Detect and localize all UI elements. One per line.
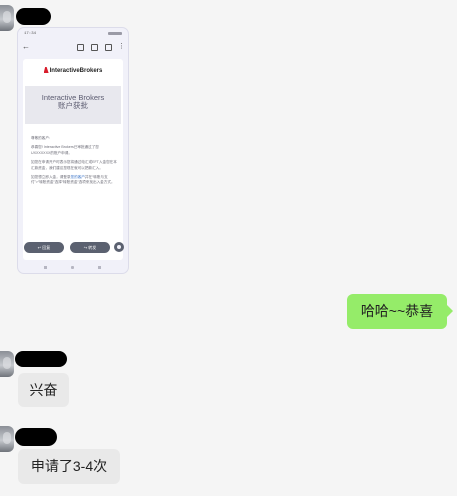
status-indicators	[108, 32, 122, 35]
email-paragraph-1: 恭喜您! Interactive Brokers已审批通过了您UXXXXXXX的…	[31, 145, 99, 155]
email-paragraph-2: 如您在申请开户时表示您将通过电汇或EFT入金您在本汇款资金，我们建议您现在就可以…	[31, 160, 117, 170]
screenshot-image-message[interactable]: 17:34 ← ⋮ InteractiveBrokers Interactive…	[17, 27, 129, 274]
nav-recents-icon	[98, 266, 101, 269]
message-text: 申请了3-4次	[30, 458, 108, 474]
redacted-sender-name	[15, 351, 67, 367]
email-toolbar: ← ⋮	[18, 42, 128, 54]
forward-button: ↪ 转发	[70, 242, 110, 253]
message-text: 哈哈~~恭喜	[360, 303, 434, 319]
brand-logo-mark	[43, 67, 49, 73]
emoji-icon	[114, 242, 124, 252]
delete-icon	[91, 44, 98, 51]
email-paragraph-3: 如您想立即入金，请登录您的客户并在“转账与支付”>“转账资金”选择“转账资金”选…	[31, 174, 115, 185]
client-portal-link: 您的客户	[70, 174, 85, 179]
email-greeting: 尊敬的客户:	[31, 136, 50, 140]
message-text: 兴奋	[29, 382, 58, 398]
email-actions: ↩ 回复 ↪ 转发	[22, 242, 126, 256]
mail-icon	[105, 44, 112, 51]
nav-bar	[18, 264, 128, 272]
status-time: 17:34	[24, 32, 37, 36]
email-text: 尊敬的客户: 恭喜您! Interactive Brokers已审批通过了您UX…	[31, 136, 117, 190]
nav-back-icon	[44, 266, 47, 269]
avatar[interactable]	[0, 5, 14, 31]
back-arrow-icon: ←	[22, 42, 30, 51]
more-vert-icon: ⋮	[118, 43, 125, 50]
email-title-line2: 账户获批	[58, 101, 88, 111]
avatar[interactable]	[0, 426, 14, 452]
reply-button: ↩ 回复	[24, 242, 64, 253]
redacted-sender-name	[16, 8, 51, 25]
archive-icon	[77, 44, 84, 51]
avatar[interactable]	[0, 351, 14, 377]
message-bubble-other[interactable]: 兴奋	[18, 373, 69, 407]
message-bubble-self[interactable]: 哈哈~~恭喜	[347, 294, 453, 329]
brand-logo: InteractiveBrokers	[23, 67, 123, 77]
message-bubble-other[interactable]: 申请了3-4次	[18, 449, 120, 484]
email-body: InteractiveBrokers Interactive Brokers 账…	[23, 59, 123, 260]
redacted-sender-name	[15, 428, 57, 446]
nav-home-icon	[71, 266, 74, 269]
email-title-box: Interactive Brokers 账户获批	[25, 86, 121, 124]
